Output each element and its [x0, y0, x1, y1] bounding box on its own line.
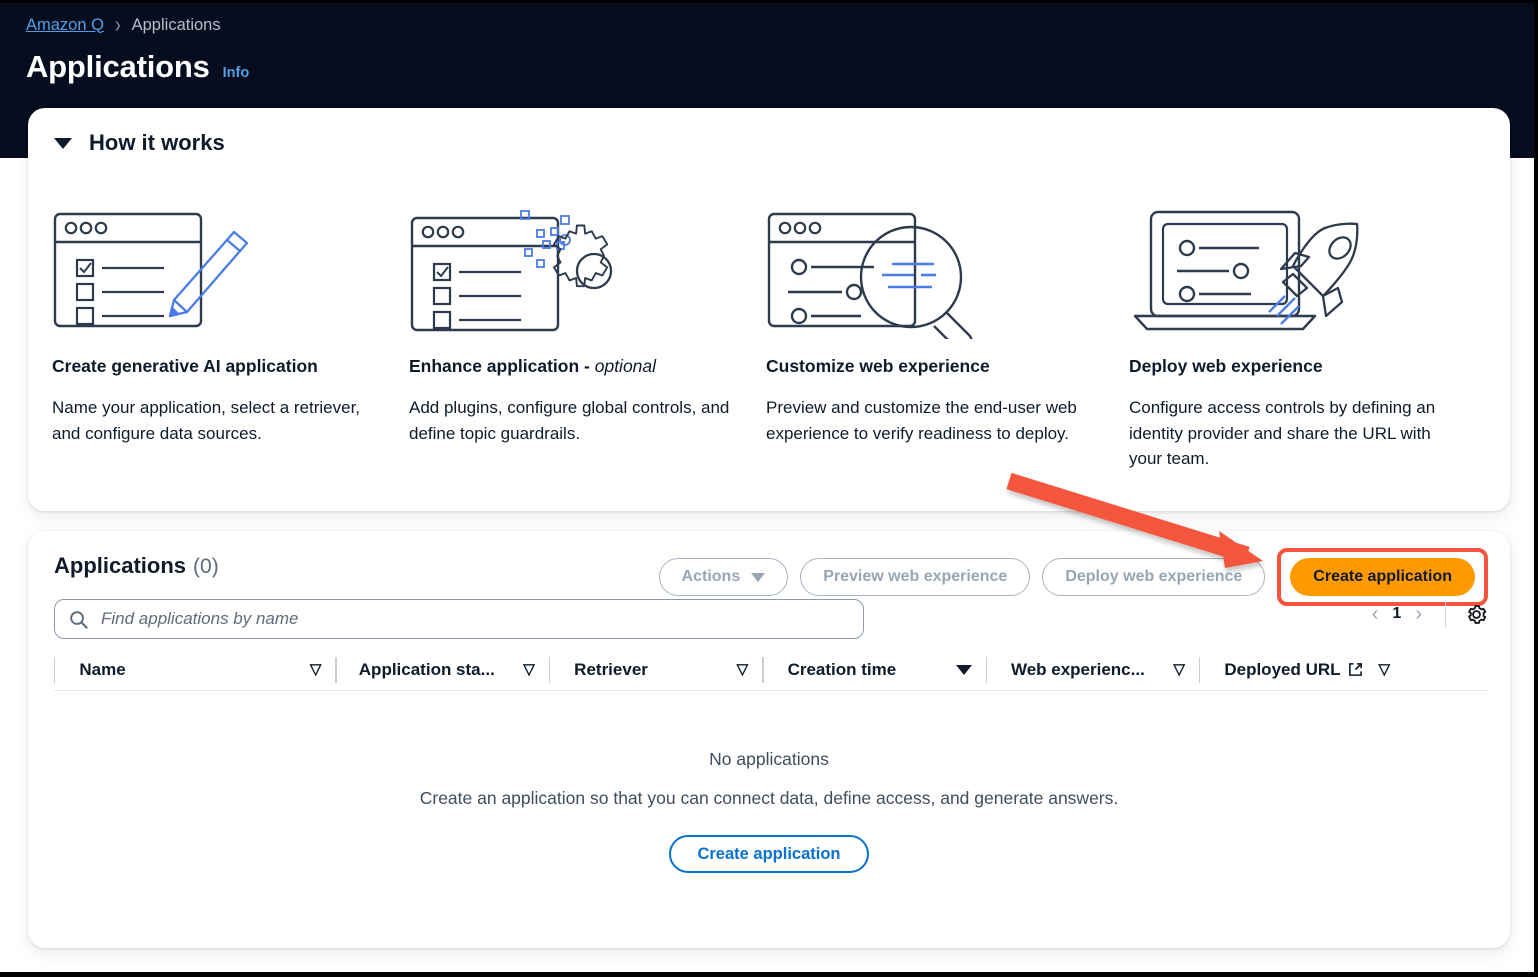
column-label: Name: [79, 659, 126, 679]
preview-button-label: Preview web experience: [823, 568, 1008, 585]
step-heading-suffix: optional: [594, 356, 657, 376]
deploy-web-experience-button[interactable]: Deploy web experience: [1042, 558, 1266, 596]
preview-web-experience-button[interactable]: Preview web experience: [800, 558, 1031, 596]
actions-button[interactable]: Actions: [658, 558, 789, 596]
step-heading: Enhance application - optional: [409, 356, 738, 377]
browser-checklist-pencil-icon: [53, 212, 249, 327]
search-input[interactable]: [101, 609, 849, 629]
breadcrumb: Amazon Q › Applications: [26, 12, 221, 38]
step-heading-text: Enhance application -: [409, 356, 595, 376]
browser-settings-magnifier-icon: [767, 212, 973, 339]
sort-icon: ▽: [309, 661, 322, 678]
create-application-highlight: Create application: [1277, 548, 1488, 606]
applications-toolbar: Actions Preview web experience Deploy we…: [658, 548, 1488, 606]
toolbar-divider: [1445, 601, 1446, 627]
empty-state-title: No applications: [709, 749, 829, 769]
sort-icon: ▽: [1173, 661, 1185, 678]
column-label: Web experienc...: [1010, 659, 1145, 679]
column-header-creation-time[interactable]: Creation time: [764, 649, 986, 690]
chevron-right-icon: ›: [114, 11, 121, 38]
step-heading: Deploy web experience: [1129, 356, 1464, 377]
how-it-works-step-deploy: Deploy web experience Configure access c…: [1129, 186, 1492, 472]
applications-title: Applications: [54, 553, 187, 578]
how-it-works-card: How it works Create generative AI applic…: [28, 108, 1510, 511]
step-heading-text: Create generative AI application: [52, 356, 318, 376]
info-link[interactable]: Info: [223, 65, 250, 81]
create-application-button[interactable]: Create application: [1290, 558, 1475, 596]
page-root: Amazon Q › Applications Applications Inf…: [0, 0, 1538, 977]
column-label: Deployed URL: [1224, 659, 1341, 679]
create-application-button-label: Create application: [1313, 568, 1452, 585]
how-it-works-header[interactable]: How it works: [54, 130, 225, 156]
sort-icon: ▽: [736, 661, 749, 678]
step-heading-text: Customize web experience: [766, 356, 990, 376]
column-header-application-status[interactable]: Application sta... ▽: [337, 649, 549, 690]
how-it-works-step-customize: Customize web experience Preview and cus…: [766, 186, 1129, 472]
gear-icon[interactable]: [1465, 603, 1488, 626]
page-title: Applications: [26, 49, 210, 84]
pagination-prev-button[interactable]: ‹: [1368, 604, 1383, 624]
step-description: Add plugins, configure global controls, …: [409, 398, 730, 443]
applications-title-row: Applications (0): [54, 553, 219, 579]
page-title-row: Applications Info: [26, 49, 249, 85]
column-header-name[interactable]: Name ▽: [55, 649, 335, 690]
how-it-works-step-enhance: Enhance application - optional Add plugi…: [409, 186, 766, 472]
pagination-page-1[interactable]: 1: [1392, 605, 1401, 623]
applications-card: Applications (0) Actions Preview web exp…: [28, 531, 1510, 948]
empty-state: No applications Create an application so…: [28, 749, 1510, 873]
pagination-next-button[interactable]: ›: [1411, 604, 1426, 624]
step-illustration: [766, 186, 1101, 356]
breadcrumb-current-applications: Applications: [131, 15, 221, 34]
empty-state-create-application-button[interactable]: Create application: [669, 835, 869, 873]
external-link-icon: [1348, 662, 1363, 677]
chevron-down-icon: [751, 572, 766, 582]
sort-icon-active: [955, 664, 972, 675]
applications-table-header: Name ▽ Application sta... ▽ Retriever ▽ …: [54, 649, 1488, 691]
step-illustration: [409, 186, 738, 356]
breadcrumb-link-amazon-q[interactable]: Amazon Q: [26, 16, 104, 35]
sort-icon: ▽: [523, 661, 535, 678]
how-it-works-steps: Create generative AI application Name yo…: [52, 186, 1492, 472]
sort-icon: ▽: [1378, 661, 1391, 678]
step-description: Preview and customize the end-user web e…: [766, 398, 1077, 443]
column-label: Retriever: [574, 659, 648, 679]
empty-state-create-button-label: Create application: [697, 844, 841, 863]
chevron-down-icon[interactable]: [54, 137, 72, 149]
step-description: Name your application, select a retrieve…: [52, 398, 361, 443]
laptop-rocket-icon: [1133, 210, 1359, 330]
how-it-works-step-create: Create generative AI application Name yo…: [52, 186, 409, 472]
step-heading-text: Deploy web experience: [1129, 356, 1323, 376]
step-illustration: [52, 186, 381, 356]
actions-button-label: Actions: [681, 568, 741, 585]
column-label: Application sta...: [358, 659, 495, 679]
deploy-button-label: Deploy web experience: [1065, 568, 1243, 585]
step-description: Configure access controls by defining an…: [1129, 398, 1436, 468]
column-header-web-experience[interactable]: Web experienc... ▽: [987, 649, 1199, 690]
step-heading: Customize web experience: [766, 356, 1101, 377]
how-it-works-title: How it works: [89, 130, 225, 155]
search-icon: [70, 610, 88, 629]
browser-checklist-gear-icon: [410, 209, 613, 331]
column-header-retriever[interactable]: Retriever ▽: [550, 649, 762, 690]
empty-state-description: Create an application so that you can co…: [419, 788, 1119, 808]
step-heading: Create generative AI application: [52, 356, 381, 377]
column-label: Creation time: [787, 659, 897, 679]
applications-count: (0): [193, 555, 219, 578]
pagination: ‹ 1 ›: [1368, 601, 1488, 627]
column-header-deployed-url[interactable]: Deployed URL ▽: [1200, 649, 1430, 690]
step-illustration: [1129, 186, 1464, 356]
search-field[interactable]: [54, 599, 864, 639]
